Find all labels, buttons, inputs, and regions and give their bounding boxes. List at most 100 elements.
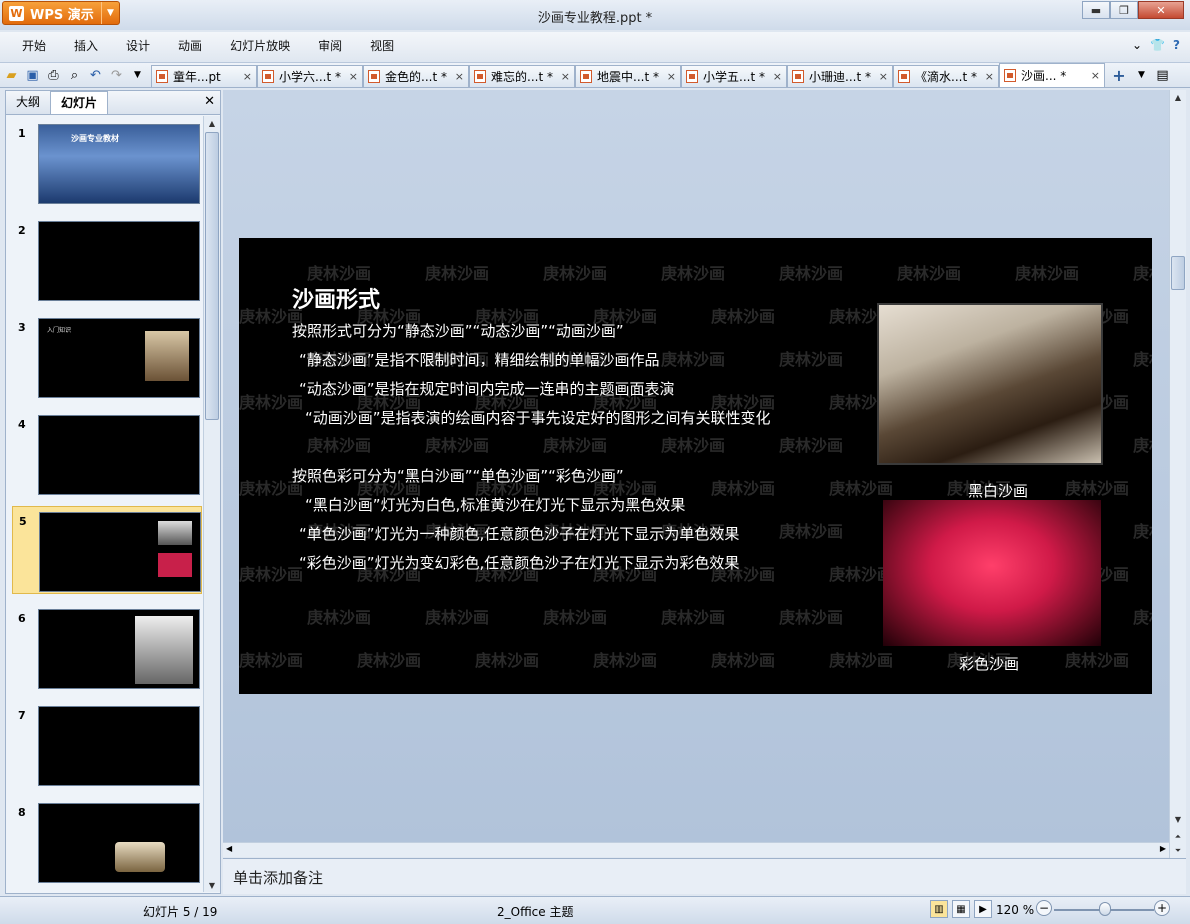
slide-thumbnail[interactable]: 6 xyxy=(12,604,202,692)
menu-animation[interactable]: 动画 xyxy=(164,32,216,60)
doc-tab[interactable]: 地震中...t * × xyxy=(575,65,681,87)
menu-view[interactable]: 视图 xyxy=(356,32,408,60)
slide-title[interactable]: 沙画形式 xyxy=(292,282,380,314)
zoom-slider-thumb[interactable] xyxy=(1099,902,1111,916)
slide-text-line[interactable]: “动态沙画”是指在规定时间内完成一连串的主题画面表演 xyxy=(299,378,675,399)
scroll-thumb[interactable] xyxy=(205,132,219,420)
document-tabs: 童年...pt × 小学六...t * × 金色的...t * × 难忘的...t *… xyxy=(151,63,1105,87)
customize-dropdown-icon[interactable]: ▼ xyxy=(128,66,147,85)
doc-tab[interactable]: 小学五...t * × xyxy=(681,65,787,87)
quick-toolbar: ▰ ▣ ⎙ ⌕ ↶ ↷ ▼ 童年...pt × 小学六...t * × 金色的...… xyxy=(0,62,1190,88)
doc-tab[interactable]: 童年...pt × xyxy=(151,65,257,87)
thumbnail-list: 1 沙画专业教材 2 3 入门知识 4 5 6 7 8 xyxy=(6,116,202,892)
slide-thumbnail[interactable]: 1 沙画专业教材 xyxy=(12,119,202,207)
skin-icon[interactable]: 👕 xyxy=(1150,38,1165,52)
doc-tab[interactable]: 小学六...t * × xyxy=(257,65,363,87)
doc-tab[interactable]: 小珊迪...t * × xyxy=(787,65,893,87)
close-window-button[interactable]: ✕ xyxy=(1138,1,1184,19)
close-tab-icon[interactable]: × xyxy=(1091,69,1100,82)
close-tab-icon[interactable]: × xyxy=(985,70,994,83)
menu-slideshow[interactable]: 幻灯片放映 xyxy=(216,32,304,60)
doc-tab-label: 地震中...t * xyxy=(597,70,659,84)
minimize-button[interactable]: ▬ xyxy=(1082,1,1110,19)
close-pane-icon[interactable]: ✕ xyxy=(204,94,215,109)
tab-outline[interactable]: 大纲 xyxy=(6,91,50,114)
redo-icon[interactable]: ↷ xyxy=(107,66,126,85)
slide-sorter-view-icon[interactable]: ▦ xyxy=(952,900,970,918)
doc-tab-label: 小珊迪...t * xyxy=(809,70,871,84)
caption-color[interactable]: 彩色沙画 xyxy=(959,653,1019,674)
collapse-ribbon-icon[interactable]: ⌄ xyxy=(1132,38,1142,52)
scroll-down-icon[interactable]: ▼ xyxy=(1170,812,1186,826)
scroll-thumb[interactable] xyxy=(1171,256,1185,290)
menu-design[interactable]: 设计 xyxy=(112,32,164,60)
sand-painting-color-image[interactable] xyxy=(883,500,1101,646)
slides-pane: 大纲 幻灯片 ✕ 1 沙画专业教材 2 3 入门知识 4 5 6 7 8 ▲ ▼ xyxy=(5,90,221,894)
zoom-out-icon[interactable]: − xyxy=(1036,900,1052,916)
slideshow-view-icon[interactable]: ▶ xyxy=(974,900,992,918)
close-tab-icon[interactable]: × xyxy=(455,70,464,83)
watermark-text: 庚林沙画 xyxy=(307,436,372,455)
save-icon[interactable]: ▣ xyxy=(23,66,42,85)
slide-canvas[interactable]: 庚林沙画庚林沙画庚林沙画庚林沙画庚林沙画庚林沙画庚林沙画庚林沙画庚林沙画庚林沙画… xyxy=(239,238,1152,694)
sand-painting-bw-image[interactable] xyxy=(877,303,1103,465)
slide-text-line[interactable]: “黑白沙画”灯光为白色,标准黄沙在灯光下显示为黑色效果 xyxy=(305,494,685,515)
print-preview-icon[interactable]: ⌕ xyxy=(65,66,84,85)
window-controls: ▬ ❐ ✕ xyxy=(1082,1,1184,19)
scroll-left-icon[interactable]: ◀ xyxy=(226,844,232,853)
close-tab-icon[interactable]: × xyxy=(879,70,888,83)
slide-text-line[interactable]: “彩色沙画”灯光为变幻彩色,任意颜色沙子在灯光下显示为彩色效果 xyxy=(299,552,739,573)
open-folder-icon[interactable]: ▰ xyxy=(2,66,21,85)
slide-text-line[interactable]: “静态沙画”是指不限制时间，精细绘制的单幅沙画作品 xyxy=(299,349,660,370)
close-tab-icon[interactable]: × xyxy=(773,70,782,83)
doc-tab-active[interactable]: 沙画... * × xyxy=(999,63,1105,87)
close-tab-icon[interactable]: × xyxy=(667,70,676,83)
slide-thumbnail[interactable]: 8 xyxy=(12,798,202,886)
watermark-text: 庚林沙画 xyxy=(425,608,490,627)
menu-insert[interactable]: 插入 xyxy=(60,32,112,60)
slide-number: 3 xyxy=(18,321,26,334)
maximize-button[interactable]: ❐ xyxy=(1110,1,1138,19)
watermark-text: 庚林沙画 xyxy=(425,436,490,455)
next-slide-icon[interactable]: ⏷ xyxy=(1170,844,1186,858)
slide-thumbnail[interactable]: 7 xyxy=(12,701,202,789)
doc-tab[interactable]: 难忘的...t * × xyxy=(469,65,575,87)
scroll-up-icon[interactable]: ▲ xyxy=(1170,90,1186,104)
editor-vertical-scrollbar[interactable]: ▲ ▼ ⏶ ⏷ xyxy=(1169,90,1186,860)
menu-review[interactable]: 审阅 xyxy=(304,32,356,60)
window-layout-icon[interactable]: ▤ xyxy=(1153,66,1172,85)
editor-horizontal-scrollbar[interactable]: ◀ ▶ xyxy=(223,842,1169,857)
doc-tab[interactable]: 《滴水...t * × xyxy=(893,65,999,87)
print-icon[interactable]: ⎙ xyxy=(44,66,63,85)
notes-area[interactable]: 单击添加备注 xyxy=(223,858,1186,894)
menu-home[interactable]: 开始 xyxy=(0,32,60,60)
thumbnail-scrollbar[interactable]: ▲ ▼ xyxy=(203,116,220,892)
new-tab-plus-icon[interactable]: + xyxy=(1108,65,1130,85)
watermark-text: 庚林沙画 xyxy=(779,264,844,283)
slide-text-line[interactable]: 按照色彩可分为“黑白沙画”“单色沙画”“彩色沙画” xyxy=(292,465,624,486)
close-tab-icon[interactable]: × xyxy=(561,70,570,83)
scroll-right-icon[interactable]: ▶ xyxy=(1160,844,1166,853)
ppt-file-icon xyxy=(686,70,698,83)
slide-thumbnail[interactable]: 4 xyxy=(12,410,202,498)
slide-thumbnail[interactable]: 3 入门知识 xyxy=(12,313,202,401)
slide-thumbnail[interactable]: 2 xyxy=(12,216,202,304)
tab-slides[interactable]: 幻灯片 xyxy=(50,91,109,114)
undo-icon[interactable]: ↶ xyxy=(86,66,105,85)
tab-list-dropdown-icon[interactable]: ▼ xyxy=(1132,66,1151,85)
normal-view-icon[interactable]: ▥ xyxy=(930,900,948,918)
slide-text-line[interactable]: 按照形式可分为“静态沙画”“动态沙画”“动画沙画” xyxy=(292,320,624,341)
prev-slide-icon[interactable]: ⏶ xyxy=(1170,830,1186,844)
caption-bw[interactable]: 黑白沙画 xyxy=(968,480,1028,501)
scroll-down-icon[interactable]: ▼ xyxy=(204,878,220,892)
zoom-in-icon[interactable]: + xyxy=(1154,900,1170,916)
close-tab-icon[interactable]: × xyxy=(243,70,252,83)
slide-text-line[interactable]: “单色沙画”灯光为一种颜色,任意颜色沙子在灯光下显示为单色效果 xyxy=(299,523,739,544)
slide-thumbnail-selected[interactable]: 5 xyxy=(12,506,202,594)
help-icon[interactable]: ? xyxy=(1173,38,1180,52)
doc-tab[interactable]: 金色的...t * × xyxy=(363,65,469,87)
slide-preview xyxy=(38,221,200,301)
slide-text-line[interactable]: “动画沙画”是指表演的绘画内容于事先设定好的图形之间有关联性变化 xyxy=(305,407,771,428)
close-tab-icon[interactable]: × xyxy=(349,70,358,83)
scroll-up-icon[interactable]: ▲ xyxy=(204,116,220,130)
